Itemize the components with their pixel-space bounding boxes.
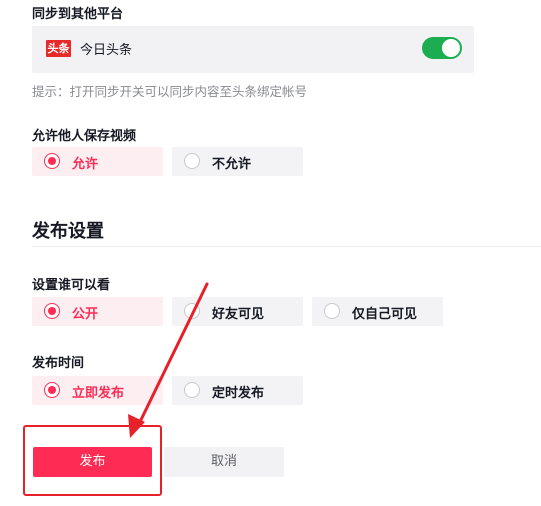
radio-unchecked-icon	[184, 382, 200, 398]
annotation-highlight-box	[23, 425, 162, 496]
radio-checked-icon	[44, 153, 60, 169]
sync-hint: 提示：打开同步开关可以同步内容至头条绑定帐号	[32, 84, 308, 99]
radio-option-private[interactable]: 仅自己可见	[312, 297, 443, 326]
sync-section-label: 同步到其他平台	[32, 7, 124, 22]
radio-checked-icon	[44, 303, 60, 319]
sync-toggle[interactable]	[422, 37, 462, 59]
cancel-button[interactable]: 取消	[164, 447, 284, 477]
radio-unchecked-icon	[184, 153, 200, 169]
radio-option-label: 允许	[72, 157, 99, 172]
radio-option-publish-now[interactable]: 立即发布	[32, 376, 163, 405]
radio-option-label: 仅自己可见	[352, 307, 418, 322]
toggle-knob	[442, 39, 460, 57]
radio-option-public[interactable]: 公开	[32, 297, 163, 326]
radio-option-label: 不允许	[212, 157, 252, 172]
radio-option-label: 公开	[72, 307, 99, 322]
section-divider	[32, 246, 541, 247]
publish-settings-title: 发布设置	[32, 221, 104, 242]
radio-option-disallow[interactable]: 不允许	[172, 147, 303, 176]
visibility-label: 设置谁可以看	[32, 278, 111, 293]
platform-name: 今日头条	[80, 43, 133, 58]
radio-checked-icon	[44, 382, 60, 398]
radio-unchecked-icon	[324, 303, 340, 319]
radio-option-label: 立即发布	[72, 386, 125, 401]
radio-option-friends[interactable]: 好友可见	[172, 297, 303, 326]
radio-option-scheduled[interactable]: 定时发布	[172, 376, 303, 405]
sync-platform-row: 头条 今日头条	[32, 26, 474, 73]
radio-option-label: 好友可见	[212, 307, 265, 322]
radio-option-label: 定时发布	[212, 386, 265, 401]
save-video-label: 允许他人保存视频	[32, 129, 137, 144]
publish-time-label: 发布时间	[32, 356, 85, 371]
toutiao-logo-icon: 头条	[46, 40, 71, 57]
radio-option-allow[interactable]: 允许	[32, 147, 163, 176]
radio-unchecked-icon	[184, 303, 200, 319]
